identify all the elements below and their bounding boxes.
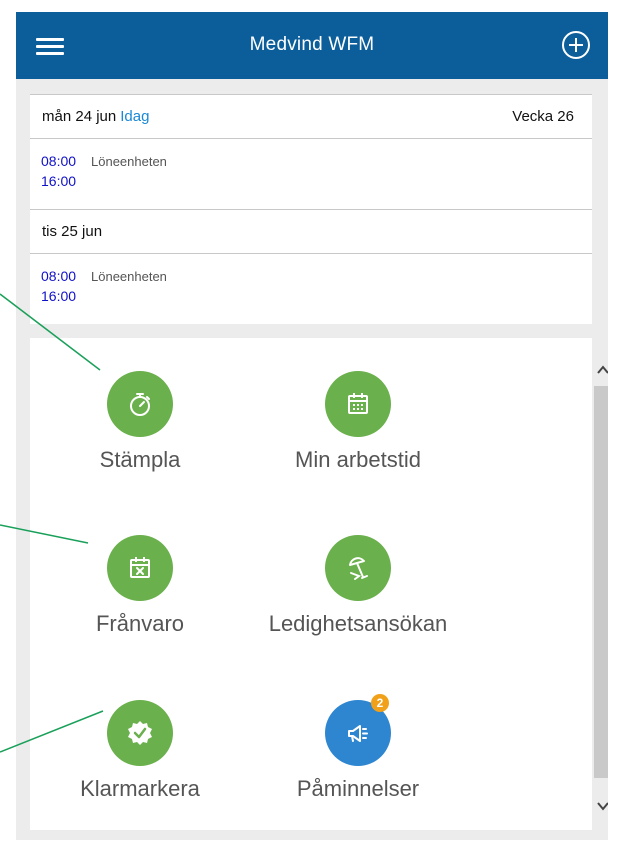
today-link[interactable]: Idag [120, 108, 149, 125]
shift-unit: Löneenheten [91, 269, 167, 284]
shift-end-time: 16:00 [41, 288, 77, 304]
plus-circle-icon[interactable] [562, 31, 590, 59]
tile-label: Påminnelser [296, 776, 420, 801]
shift-row[interactable]: 08:00 16:00 Löneenheten [30, 139, 592, 210]
tile-label: Min arbetstid [295, 447, 421, 472]
shift-start-time: 08:00 [41, 153, 77, 169]
app-title: Medvind WFM [249, 34, 375, 55]
day-header: mån 24 jun Idag Vecka 26 [30, 95, 592, 139]
beach-umbrella-icon [325, 535, 391, 601]
shift-start-time: 08:00 [41, 268, 77, 284]
day-label: mån 24 jun [42, 108, 117, 125]
tile-paminnelser[interactable]: 2 Påminnelser [248, 694, 468, 802]
calendar-icon [325, 371, 391, 437]
scroll-thumb[interactable] [594, 386, 608, 778]
calendar-x-icon [107, 535, 173, 601]
day-header: tis 25 jun [30, 210, 592, 254]
tile-stampla[interactable]: Stämpla [30, 371, 250, 473]
notification-badge: 2 [371, 694, 389, 712]
tile-ledighetsansokan[interactable]: Ledighetsansökan [248, 535, 468, 637]
scroll-down-icon[interactable] [594, 796, 608, 816]
scrollbar[interactable] [594, 338, 608, 830]
week-label: Vecka 26 [512, 108, 574, 125]
check-badge-icon [107, 700, 173, 766]
scroll-up-icon[interactable] [594, 360, 608, 380]
stopwatch-icon [107, 371, 173, 437]
schedule-list: mån 24 jun Idag Vecka 26 08:00 16:00 Löne… [30, 94, 592, 324]
tile-min-arbetstid[interactable]: Min arbetstid [248, 371, 468, 473]
tile-label: Ledighetsansökan [268, 611, 448, 636]
tile-label: Klarmarkera [80, 776, 200, 801]
shift-row[interactable]: 08:00 16:00 Löneenheten [30, 254, 592, 324]
tile-label: Frånvaro [95, 611, 185, 636]
tile-klarmarkera[interactable]: Klarmarkera [30, 700, 250, 802]
top-bar: Medvind WFM [16, 12, 608, 79]
shift-end-time: 16:00 [41, 173, 77, 189]
tile-franvaro[interactable]: Frånvaro [30, 535, 250, 637]
tile-label: Stämpla [99, 447, 181, 472]
day-label: tis 25 jun [42, 223, 103, 240]
megaphone-icon: 2 [325, 694, 391, 766]
menu-tiles: Stämpla Min arbetstid Frånvaro Ledighets… [30, 338, 608, 830]
app-window: Medvind WFM mån 24 jun Idag Vecka 26 08:0… [16, 12, 608, 840]
shift-unit: Löneenheten [91, 154, 167, 169]
